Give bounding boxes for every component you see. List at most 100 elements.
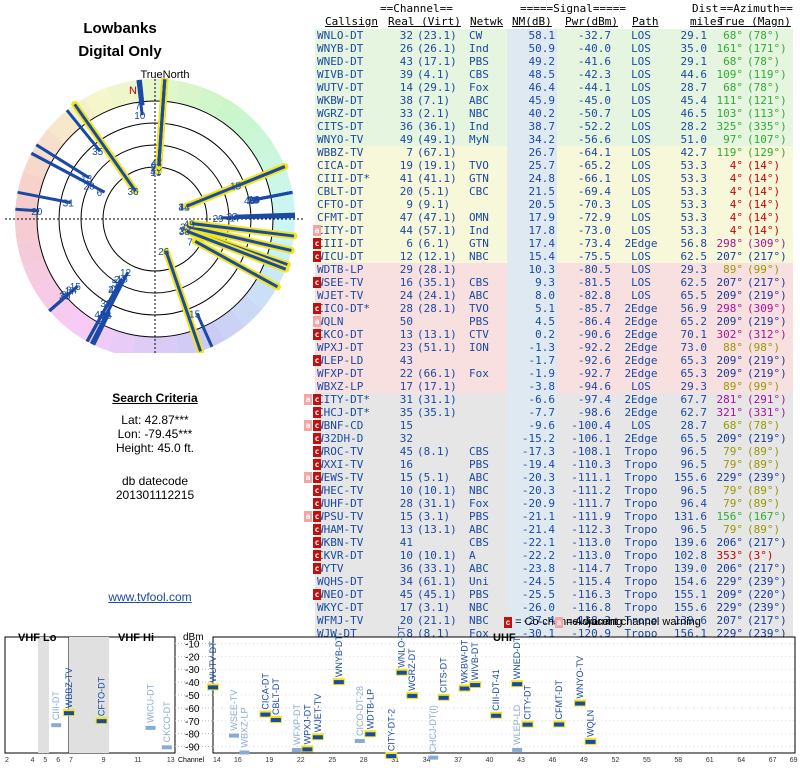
- signal-bar-label: WFXP-DT: [292, 704, 302, 745]
- distance: 53.3: [680, 224, 708, 237]
- network: CBS: [469, 445, 489, 458]
- distance: 65.3: [680, 367, 708, 380]
- station-row[interactable]: WROC-TV 45 (8.1) CBS -17.3 -108.1 Tropo 96.5 79°…: [315, 445, 793, 458]
- distance: 70.1: [680, 328, 708, 341]
- x-tick-label: 64: [737, 757, 745, 764]
- station-row[interactable]: WSEE-TV 16 (35.1) CBS 9.3 -81.5 LOS 62.5 207° (21…: [315, 276, 793, 289]
- real-channel: 36: [399, 562, 413, 575]
- station-row[interactable]: WBXZ-LP 17 (17.1) -3.8 -94.6 LOS 29.3 89° (99°): [315, 380, 793, 393]
- real-channel: 28: [399, 302, 413, 315]
- azimuth-magnetic: (309°): [747, 302, 787, 315]
- station-row[interactable]: CITY-DT 44 (57.1) Ind 17.8 -73.0 LOS 53.3 4° (14°…: [315, 224, 793, 237]
- station-row[interactable]: WKBW-DT 38 (7.1) ABC 45.9 -45.0 LOS 45.4 111° (12…: [315, 94, 793, 107]
- station-row[interactable]: CHCJ-DT* 35 (35.1) -7.7 -98.6 2Edge 62.7 321° (3…: [315, 406, 793, 419]
- station-row[interactable]: CIII-DT 6 (6.1) GTN 17.4 -73.4 2Edge 56.8 298° (3…: [315, 237, 793, 250]
- station-row[interactable]: WUHF-DT 28 (31.1) Fox -20.9 -111.7 Tropo 96.4 79…: [315, 497, 793, 510]
- station-row[interactable]: CBLT-DT 20 (5.1) CBC 21.5 -69.4 LOS 53.3 4° (14°): [315, 185, 793, 198]
- real-channel: 19: [399, 159, 413, 172]
- station-row[interactable]: WFXP-DT 22 (66.1) Fox -1.9 -92.7 2Edge 65.3 209°…: [315, 367, 793, 380]
- signal-power: -85.7: [577, 302, 611, 315]
- vhf-gap-band: [38, 637, 49, 753]
- callsign: WROC-TV: [317, 445, 364, 458]
- station-row[interactable]: WUTV-DT 14 (29.1) Fox 46.4 -44.1 LOS 28.7 68° (78…: [315, 81, 793, 94]
- network: CW: [469, 29, 483, 42]
- station-row[interactable]: CICO-DT* 28 (28.1) TVO 5.1 -85.7 2Edge 56.9 298°…: [315, 302, 793, 315]
- azimuth-true: 161°: [716, 42, 744, 55]
- station-row[interactable]: WDTB-LP 29 (28.1) 10.3 -80.5 LOS 29.3 89° (99°): [315, 263, 793, 276]
- path-type: LOS: [631, 172, 651, 185]
- station-row[interactable]: WBNF-CD 15 -9.6 -100.4 LOS 28.7 68° (78°): [315, 419, 793, 432]
- noise-margin: -25.5: [507, 588, 557, 601]
- station-row[interactable]: CFMT-DT 47 (47.1) OMN 17.9 -72.9 LOS 53.3 4° (14°…: [315, 211, 793, 224]
- noise-margin: 17.4: [507, 237, 557, 250]
- station-row[interactable]: WJET-TV 24 (24.1) ABC 8.0 -82.8 LOS 65.5 209° (21…: [315, 289, 793, 302]
- station-row[interactable]: CIII-DT* 41 (41.1) GTN 24.8 -66.1 LOS 53.3 4° (14…: [315, 172, 793, 185]
- noise-margin: 48.5: [507, 68, 557, 81]
- station-row[interactable]: CFTO-DT 9 (9.1) 20.5 -70.3 LOS 53.3 4° (14°): [315, 198, 793, 211]
- distance: 53.3: [680, 211, 708, 224]
- signal-power: -98.6: [577, 406, 611, 419]
- station-row[interactable]: WKYC-DT 17 (3.1) NBC -26.0 -116.8 Tropo 155.6 22…: [315, 601, 793, 614]
- station-row[interactable]: WGRZ-DT 33 (2.1) NBC 40.2 -50.7 LOS 46.5 103° (11…: [315, 107, 793, 120]
- network: ABC: [469, 471, 489, 484]
- station-row[interactable]: WNLO-DT 32 (23.1) CW 58.1 -32.7 LOS 29.1 68° (78°…: [315, 29, 793, 42]
- azimuth-magnetic: (89°): [747, 484, 781, 497]
- callsign: CKCO-DT: [317, 328, 364, 341]
- station-row[interactable]: WBBZ-TV 7 (67.1) 26.7 -64.1 LOS 42.7 119° (129°): [315, 146, 793, 159]
- azimuth-true: 298°: [716, 302, 744, 315]
- station-row[interactable]: WXXI-TV 16 PBS -19.4 -110.3 Tropo 96.5 79° (89°): [315, 458, 793, 471]
- station-row[interactable]: CKCO-DT 13 (13.1) CTV 0.2 -90.6 2Edge 70.1 302°(…: [315, 328, 793, 341]
- real-channel: 15: [399, 419, 413, 432]
- station-row[interactable]: WQHS-DT 34 (61.1) Uni -24.5 -115.4 Tropo 154.6 2…: [315, 575, 793, 588]
- station-row[interactable]: WIVB-DT 39 (4.1) CBS 48.5 -42.3 LOS 44.6 109° (11…: [315, 68, 793, 81]
- signal-power: -90.6: [577, 328, 611, 341]
- station-channel-label: 7: [187, 237, 193, 248]
- station-row[interactable]: WQLN 50 PBS 4.5 -86.4 2Edge 65.2 209° (219°): [315, 315, 793, 328]
- station-row[interactable]: WICU-DT 12 (12.1) NBC 15.4 -75.5 LOS 62.5 207° (2…: [315, 250, 793, 263]
- path-type: LOS: [631, 68, 651, 81]
- virtual-channel: (66.1): [417, 367, 457, 380]
- callsign: WXXI-TV: [317, 458, 364, 471]
- azimuth-magnetic: (14°): [747, 224, 781, 237]
- station-row[interactable]: WPSU-TV 15 (3.1) PBS -21.1 -111.9 Tropo 131.6 15…: [315, 510, 793, 523]
- azimuth-magnetic: (14°): [747, 198, 781, 211]
- noise-margin: -23.8: [507, 562, 557, 575]
- station-row[interactable]: W32DH-D 32 -15.2 -106.1 2Edge 65.5 209° (219°): [315, 432, 793, 445]
- station-row[interactable]: CKVR-DT 10 (10.1) A -22.2 -113.0 Tropo 102.8 353…: [315, 549, 793, 562]
- co-channel-warning-icon: c: [313, 498, 321, 509]
- callsign: WYTV: [317, 562, 344, 575]
- x-tick-label: 25: [328, 757, 336, 764]
- azimuth-true: 325°: [716, 120, 744, 133]
- signal-bar: [470, 683, 481, 688]
- real-channel: 13: [399, 523, 413, 536]
- callsign: WQLN: [317, 315, 344, 328]
- station-row[interactable]: CITY-DT* 31 (31.1) -6.6 -97.4 2Edge 67.7 281° (2…: [315, 393, 793, 406]
- signal-power: -72.9: [577, 211, 611, 224]
- azimuth-true: 68°: [723, 29, 743, 42]
- station-row[interactable]: CICA-DT 19 (19.1) TVO 25.7 -65.2 LOS 53.3 4° (14°…: [315, 159, 793, 172]
- station-row[interactable]: WNYO-TV 49 (49.1) MyN 34.2 -56.6 LOS 51.0 97° (10…: [315, 133, 793, 146]
- tvfool-link[interactable]: www.tvfool.com: [0, 590, 300, 604]
- virtual-channel: (67.1): [417, 146, 457, 159]
- network: PBS: [469, 458, 489, 471]
- signal-power: -116.8: [571, 601, 611, 614]
- distance: 51.0: [680, 133, 708, 146]
- station-row[interactable]: WLEP-LD 43 -1.7 -92.6 2Edge 65.3 209° (219°): [315, 354, 793, 367]
- station-channel-label: 20: [31, 207, 43, 218]
- signal-power: -86.4: [577, 315, 611, 328]
- distance: 65.5: [680, 289, 708, 302]
- noise-margin: -20.3: [507, 484, 557, 497]
- station-row[interactable]: WPXJ-DT 23 (51.1) ION -1.3 -92.2 2Edge 73.0 88° (…: [315, 341, 793, 354]
- distance: 96.5: [680, 445, 708, 458]
- station-row[interactable]: CITS-DT 36 (36.1) Ind 38.7 -52.2 LOS 28.2 325° (3…: [315, 120, 793, 133]
- station-row[interactable]: WNEO-DT 45 (45.1) PBS -25.5 -116.3 Tropo 155.1 2…: [315, 588, 793, 601]
- station-row[interactable]: WYTV 36 (33.1) ABC -23.8 -114.7 Tropo 139.0 206°…: [315, 562, 793, 575]
- station-row[interactable]: WKBN-TV 41 CBS -22.1 -113.0 Tropo 139.6 206° (21…: [315, 536, 793, 549]
- callsign: WNYB-DT: [317, 42, 364, 55]
- station-row[interactable]: WNED-DT 43 (17.1) PBS 49.2 -41.6 LOS 29.1 68° (78…: [315, 55, 793, 68]
- station-row[interactable]: WHAM-TV 13 (13.1) ABC -21.4 -112.3 Tropo 96.5 79…: [315, 523, 793, 536]
- station-row[interactable]: WEWS-TV 15 (5.1) ABC -20.3 -111.1 Tropo 155.6 22…: [315, 471, 793, 484]
- path-type: LOS: [631, 185, 651, 198]
- station-row[interactable]: WNYB-DT 26 (26.1) Ind 50.9 -40.0 LOS 35.0 161° (1…: [315, 42, 793, 55]
- station-row[interactable]: WHEC-TV 10 (10.1) NBC -20.3 -111.2 Tropo 96.5 79…: [315, 484, 793, 497]
